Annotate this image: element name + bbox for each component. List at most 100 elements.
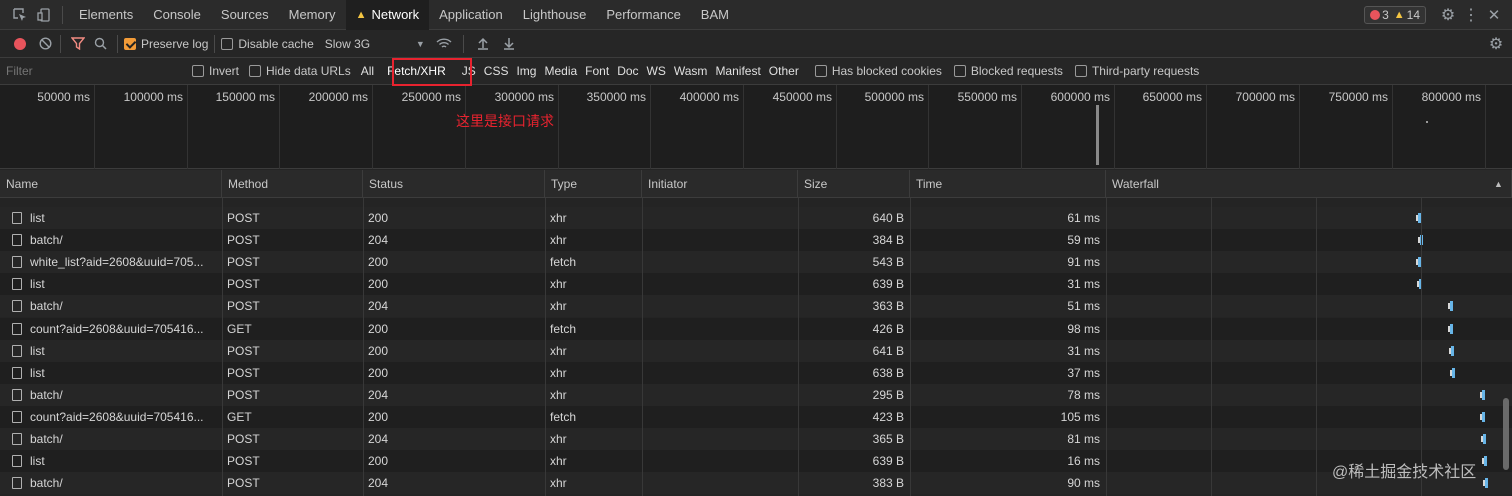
table-row[interactable]: list POST 200 xhr 639 B 16 ms xyxy=(0,450,1512,473)
request-name[interactable]: batch/ xyxy=(30,476,63,490)
third-party-requests-checkbox[interactable]: Third-party requests xyxy=(1074,64,1199,78)
type-filter-manifest[interactable]: Manifest xyxy=(711,64,764,78)
hide-data-urls-checkbox[interactable]: Hide data URLs xyxy=(249,64,351,78)
column-header-time[interactable]: Time xyxy=(910,170,1106,198)
search-icon[interactable] xyxy=(89,37,111,50)
tab-performance[interactable]: Performance xyxy=(596,0,690,30)
cell-size: 638 B xyxy=(872,365,904,380)
request-name[interactable]: batch/ xyxy=(30,388,63,402)
column-header-method[interactable]: Method xyxy=(222,170,363,198)
request-name[interactable]: batch/ xyxy=(30,432,63,446)
tab-bam[interactable]: BAM xyxy=(691,0,739,30)
more-options-icon[interactable]: ⋮ xyxy=(1460,5,1482,25)
request-name[interactable]: count?aid=2608&uuid=705416... xyxy=(30,322,204,336)
tab-network[interactable]: ▲ Network xyxy=(345,0,430,30)
table-row[interactable]: list POST 200 xhr 638 B 37 ms xyxy=(0,361,1512,384)
preserve-log-checkbox[interactable]: Preserve log xyxy=(124,37,208,51)
column-header-type[interactable]: Type xyxy=(545,170,642,198)
table-row[interactable]: batch/POST 204 xhr 383 B 90 ms xyxy=(0,472,1512,495)
network-overview-timeline[interactable]: 50000 ms 100000 ms 150000 ms 200000 ms 25000… xyxy=(0,85,1512,169)
type-filter-css[interactable]: CSS xyxy=(480,64,513,78)
request-name[interactable]: list xyxy=(30,366,45,380)
checkbox-checked[interactable] xyxy=(124,37,136,50)
table-row[interactable]: list POST 200 xhr 640 B 61 ms xyxy=(0,207,1512,229)
export-har-icon[interactable] xyxy=(496,37,522,50)
checkbox-unchecked[interactable] xyxy=(249,65,262,77)
cell-method: POST xyxy=(227,387,260,402)
throttle-select[interactable]: Slow 3G ▼ xyxy=(325,37,425,51)
column-header-size[interactable]: Size xyxy=(798,170,910,198)
table-row[interactable]: batch/POST 204 xhr 363 B 51 ms xyxy=(0,295,1512,318)
import-har-icon[interactable] xyxy=(470,37,496,50)
device-toolbar-icon[interactable] xyxy=(32,7,56,22)
table-row[interactable]: count?aid=2608&uuid=705416... GET 200 fetch… xyxy=(0,405,1512,428)
checkbox-unchecked[interactable] xyxy=(814,65,827,77)
tab-elements[interactable]: Elements xyxy=(69,0,143,30)
close-devtools-icon[interactable]: ✕ xyxy=(1482,6,1506,24)
request-name[interactable]: list xyxy=(30,344,45,358)
type-filter-ws[interactable]: WS xyxy=(643,64,670,78)
request-name[interactable]: batch/ xyxy=(30,233,63,247)
tab-application[interactable]: Application xyxy=(429,0,513,30)
warning-icon: ▲ xyxy=(1393,8,1405,21)
request-name[interactable]: count?aid=2608&uuid=705416... xyxy=(30,410,204,424)
cell-type: xhr xyxy=(550,387,567,402)
sort-ascending-icon[interactable]: ▲ xyxy=(1494,170,1503,198)
column-header-name[interactable]: Name xyxy=(0,170,222,198)
tab-lighthouse[interactable]: Lighthouse xyxy=(513,0,597,30)
table-scrollbar[interactable] xyxy=(1503,398,1509,470)
table-row[interactable]: white_list?aid=2608&uuid=705... POST 200 fe… xyxy=(0,251,1512,274)
table-row[interactable]: batch/POST 204 xhr 295 B 78 ms xyxy=(0,383,1512,406)
type-filter-font[interactable]: Font xyxy=(581,64,613,78)
type-filter-all[interactable]: All xyxy=(357,64,378,78)
settings-gear-icon[interactable]: ⚙ xyxy=(1436,5,1460,25)
request-name[interactable]: white_list?aid=2608&uuid=705... xyxy=(30,255,203,269)
filter-input[interactable] xyxy=(6,61,188,81)
table-row[interactable]: list POST 200 xhr 641 B 31 ms xyxy=(0,339,1512,362)
column-header-status[interactable]: Status xyxy=(363,170,545,198)
invert-checkbox[interactable]: Invert xyxy=(192,64,239,78)
tab-label: Console xyxy=(153,7,201,22)
checkbox-unchecked[interactable] xyxy=(953,65,966,77)
cell-time: 59 ms xyxy=(1067,233,1100,248)
checkbox-unchecked[interactable] xyxy=(221,37,234,50)
issues-badge[interactable]: 3 ▲ 14 xyxy=(1364,5,1426,24)
table-row[interactable]: batch/POST 204 xhr 365 B 81 ms xyxy=(0,428,1512,450)
request-name[interactable]: list xyxy=(30,454,45,468)
document-icon xyxy=(12,433,22,445)
blocked-requests-label: Blocked requests xyxy=(970,64,1063,78)
network-settings-gear-icon[interactable]: ⚙ xyxy=(1484,34,1508,54)
record-stop-icon[interactable] xyxy=(14,37,26,50)
blocked-requests-checkbox[interactable]: Blocked requests xyxy=(953,64,1063,78)
inspect-element-icon[interactable] xyxy=(8,7,32,22)
column-header-initiator[interactable]: Initiator xyxy=(642,170,798,198)
cell-size: 363 B xyxy=(872,299,904,314)
disable-cache-checkbox[interactable]: Disable cache xyxy=(221,37,314,51)
type-filter-wasm[interactable]: Wasm xyxy=(670,64,712,78)
request-name[interactable]: list xyxy=(30,277,45,291)
type-filter-media[interactable]: Media xyxy=(540,64,581,78)
cell-status: 200 xyxy=(368,343,389,358)
divider xyxy=(214,34,216,53)
has-blocked-cookies-checkbox[interactable]: Has blocked cookies xyxy=(814,64,942,78)
tab-console[interactable]: Console xyxy=(143,0,211,30)
request-name[interactable]: list xyxy=(30,211,45,225)
error-count: 3 xyxy=(1382,7,1389,22)
tab-sources[interactable]: Sources xyxy=(211,0,279,30)
type-filter-doc[interactable]: Doc xyxy=(613,64,642,78)
filter-funnel-icon[interactable] xyxy=(67,37,89,50)
checkbox-unchecked[interactable] xyxy=(192,65,204,77)
request-name[interactable]: batch/ xyxy=(30,299,63,313)
network-conditions-wifi-icon[interactable] xyxy=(431,37,457,50)
table-row[interactable]: batch/POST 204 xhr 384 B 59 ms xyxy=(0,229,1512,252)
cell-type: fetch xyxy=(550,409,577,424)
table-row[interactable]: list POST 200 xhr 639 B 31 ms xyxy=(0,273,1512,296)
document-icon xyxy=(12,322,22,335)
type-filter-img[interactable]: Img xyxy=(512,64,540,78)
checkbox-unchecked[interactable] xyxy=(1074,65,1087,77)
clear-icon[interactable] xyxy=(36,37,54,50)
table-row[interactable]: count?aid=2608&uuid=705416... GET 200 fetch… xyxy=(0,317,1512,340)
tab-memory[interactable]: Memory xyxy=(279,0,346,30)
type-filter-other[interactable]: Other xyxy=(765,64,803,78)
column-header-waterfall[interactable]: Waterfall xyxy=(1106,170,1512,198)
